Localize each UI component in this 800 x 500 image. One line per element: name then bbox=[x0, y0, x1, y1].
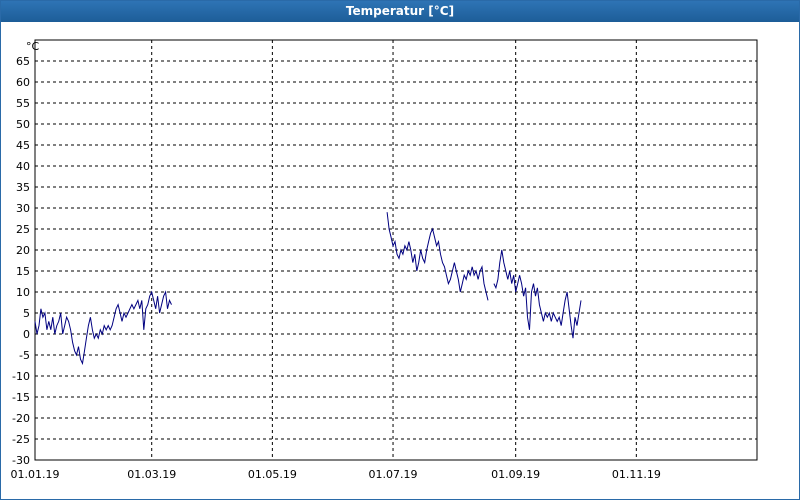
y-tick-label: 10 bbox=[16, 286, 30, 299]
y-tick-label: -30 bbox=[12, 454, 30, 467]
y-tick-label: 40 bbox=[16, 160, 30, 173]
y-tick-label: -25 bbox=[12, 433, 30, 446]
x-tick-label: 01.05.19 bbox=[248, 468, 297, 481]
y-tick-label: 55 bbox=[16, 97, 30, 110]
y-tick-label: 65 bbox=[16, 55, 30, 68]
y-tick-label: -10 bbox=[12, 370, 30, 383]
x-tick-label: 01.09.19 bbox=[491, 468, 540, 481]
y-tick-label: 20 bbox=[16, 244, 30, 257]
y-tick-label: -20 bbox=[12, 412, 30, 425]
y-tick-label: 30 bbox=[16, 202, 30, 215]
y-tick-label: 15 bbox=[16, 265, 30, 278]
y-unit-label: °C bbox=[26, 40, 40, 53]
y-tick-label: 5 bbox=[23, 307, 30, 320]
y-tick-label: 60 bbox=[16, 76, 30, 89]
y-tick-label: -15 bbox=[12, 391, 30, 404]
y-tick-label: 35 bbox=[16, 181, 30, 194]
chart-svg: °C 65605550454035302520151050-5-10-15-20… bbox=[11, 39, 758, 481]
y-tick-label: 25 bbox=[16, 223, 30, 236]
x-tick-label: 01.11.19 bbox=[612, 468, 661, 481]
x-tick-label: 01.03.19 bbox=[127, 468, 176, 481]
y-tick-label: -5 bbox=[19, 349, 30, 362]
y-tick-label: 50 bbox=[16, 118, 30, 131]
y-tick-label: 45 bbox=[16, 139, 30, 152]
y-tick-label: 0 bbox=[23, 328, 30, 341]
x-tick-label: 01.07.19 bbox=[369, 468, 418, 481]
x-tick-label: 01.01.19 bbox=[11, 468, 60, 481]
